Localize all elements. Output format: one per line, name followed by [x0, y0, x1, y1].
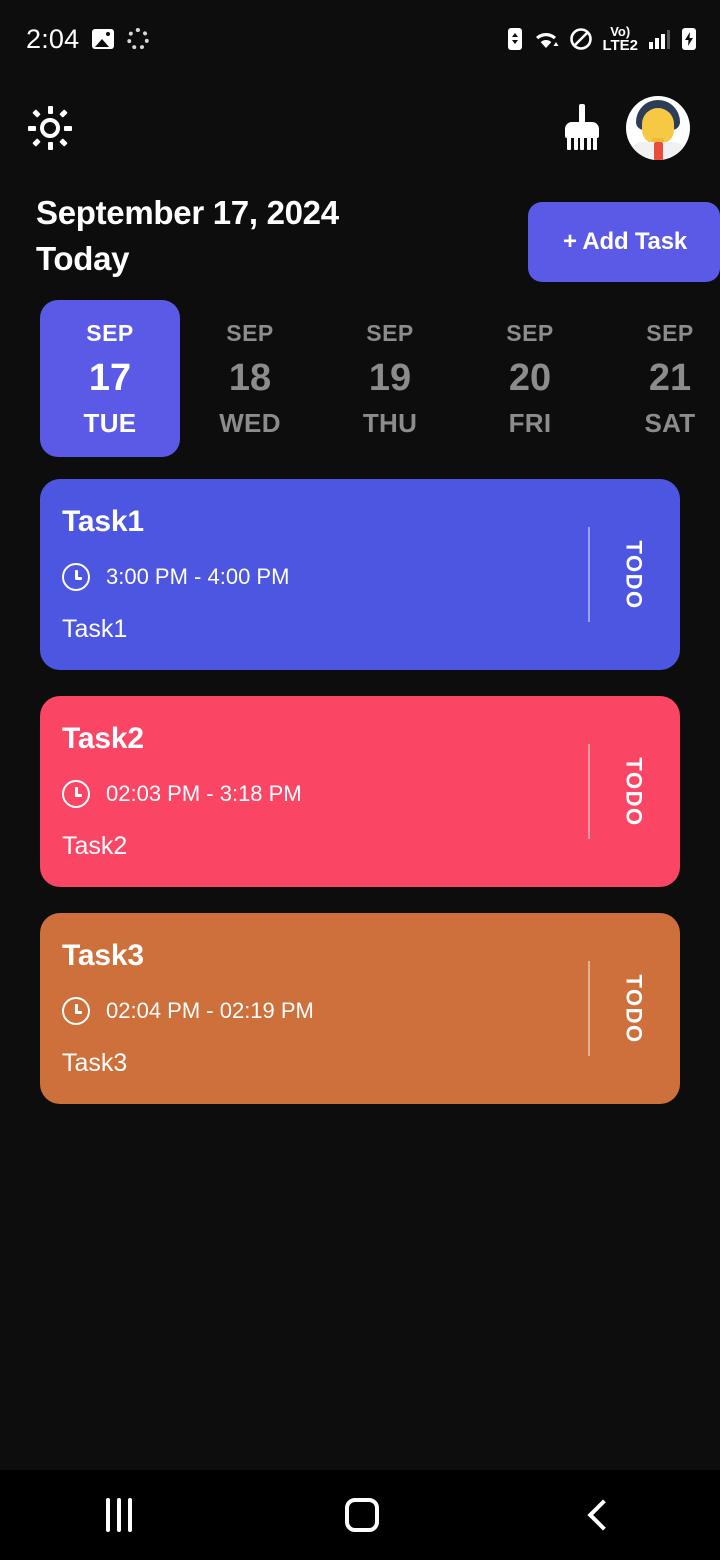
sun-ray [48, 142, 53, 150]
status-badge: TODO [622, 539, 647, 610]
home-icon[interactable] [344, 1498, 379, 1532]
app-bar [0, 78, 720, 178]
date-weekday: FRI [508, 408, 552, 438]
task-time-row: 02:04 PM - 02:19 PM [62, 997, 588, 1025]
date-day: 17 [88, 357, 132, 399]
date-day: 21 [648, 357, 692, 399]
date-chip-19[interactable]: SEP 19 THU [320, 300, 460, 457]
battery-saver-icon [505, 26, 525, 52]
image-icon [92, 29, 115, 49]
task-card-content: Task1 3:00 PM - 4:00 PM Task1 [62, 505, 588, 644]
clock-icon [62, 997, 90, 1025]
sun-ray [28, 126, 36, 131]
task-status-divider [588, 527, 590, 622]
date-month: SEP [506, 320, 554, 346]
date-weekday: SAT [644, 408, 696, 438]
page-header: September 17, 2024 Today + Add Task [0, 178, 720, 282]
status-bar-left: 2:04 [26, 23, 150, 55]
task-card[interactable]: Task2 02:03 PM - 3:18 PM Task2 TODO [40, 696, 680, 887]
avatar-tie [654, 142, 663, 160]
task-time: 3:00 PM - 4:00 PM [106, 564, 290, 589]
status-badge: TODO [622, 756, 647, 827]
do-not-disturb-icon [569, 27, 593, 51]
back-icon[interactable] [587, 1499, 619, 1531]
date-month: SEP [646, 320, 694, 346]
status-bar-right: Vo) LTE2 [505, 25, 698, 53]
app-screen: 2:04 Vo) LTE2 September 17, 2024 Today +… [0, 0, 720, 1560]
task-time: 02:03 PM - 3:18 PM [106, 781, 302, 806]
date-chip-17[interactable]: SEP 17 TUE [40, 300, 180, 457]
wifi-icon [534, 27, 560, 51]
add-task-button[interactable]: + Add Task [528, 202, 720, 282]
dotted-circle-icon [127, 28, 150, 50]
date-chip-20[interactable]: SEP 20 FRI [460, 300, 600, 457]
date-weekday: THU [362, 408, 418, 438]
broom-bristles [567, 136, 597, 150]
task-card[interactable]: Task1 3:00 PM - 4:00 PM Task1 TODO [40, 479, 680, 670]
battery-charging-icon [680, 26, 698, 52]
date-month: SEP [366, 320, 414, 346]
sun-ray [48, 106, 53, 114]
task-description: Task2 [62, 832, 128, 860]
volte-icon: Vo) LTE2 [602, 25, 638, 53]
date-day: 19 [368, 357, 412, 399]
task-status[interactable]: TODO [588, 939, 680, 1078]
date-day: 20 [508, 357, 552, 399]
broom-icon[interactable] [562, 104, 602, 152]
task-title: Task2 [62, 722, 144, 755]
sun-ray [59, 138, 68, 147]
task-list: Task1 3:00 PM - 4:00 PM Task1 TODO Task2… [0, 479, 720, 1104]
task-status-divider [588, 744, 590, 839]
sun-ray [59, 109, 68, 118]
sun-core [40, 118, 60, 138]
android-nav-bar [0, 1470, 720, 1560]
status-badge: TODO [622, 973, 647, 1044]
task-title: Task1 [62, 505, 144, 538]
task-description: Task3 [62, 1049, 128, 1077]
task-time: 02:04 PM - 02:19 PM [106, 998, 314, 1023]
clock-icon [62, 563, 90, 591]
task-time-row: 3:00 PM - 4:00 PM [62, 563, 588, 591]
page-title: September 17, 2024 Today [36, 190, 339, 281]
task-status-divider [588, 961, 590, 1056]
task-status[interactable]: TODO [588, 722, 680, 861]
task-time-row: 02:03 PM - 3:18 PM [62, 780, 588, 808]
sun-ray [32, 138, 41, 147]
sun-ray [64, 126, 72, 131]
app-bar-actions [562, 96, 690, 160]
date-day: 18 [228, 357, 272, 399]
task-title: Task3 [62, 939, 144, 972]
signal-icon [647, 27, 671, 51]
header-date: September 17, 2024 [36, 194, 339, 231]
task-card[interactable]: Task3 02:04 PM - 02:19 PM Task3 TODO [40, 913, 680, 1104]
header-today: Today [36, 239, 130, 277]
sun-ray [32, 109, 41, 118]
date-strip[interactable]: SEP 17 TUE SEP 18 WED SEP 19 THU SEP 20 … [0, 300, 720, 457]
date-month: SEP [86, 320, 134, 346]
date-chip-21[interactable]: SEP 21 SAT [600, 300, 720, 457]
volte-bottom-label: LTE2 [602, 37, 638, 54]
broom-handle [579, 104, 585, 124]
task-description: Task1 [62, 615, 128, 643]
date-weekday: TUE [83, 408, 137, 438]
date-weekday: WED [219, 408, 281, 438]
recents-icon[interactable] [106, 1498, 133, 1532]
clock-icon [62, 780, 90, 808]
task-card-content: Task2 02:03 PM - 3:18 PM Task2 [62, 722, 588, 861]
avatar[interactable] [626, 96, 690, 160]
date-chip-18[interactable]: SEP 18 WED [180, 300, 320, 457]
date-month: SEP [226, 320, 274, 346]
status-bar: 2:04 Vo) LTE2 [0, 0, 720, 78]
sun-icon[interactable] [28, 106, 72, 150]
task-card-content: Task3 02:04 PM - 02:19 PM Task3 [62, 939, 588, 1078]
status-time: 2:04 [26, 23, 80, 54]
task-status[interactable]: TODO [588, 505, 680, 644]
